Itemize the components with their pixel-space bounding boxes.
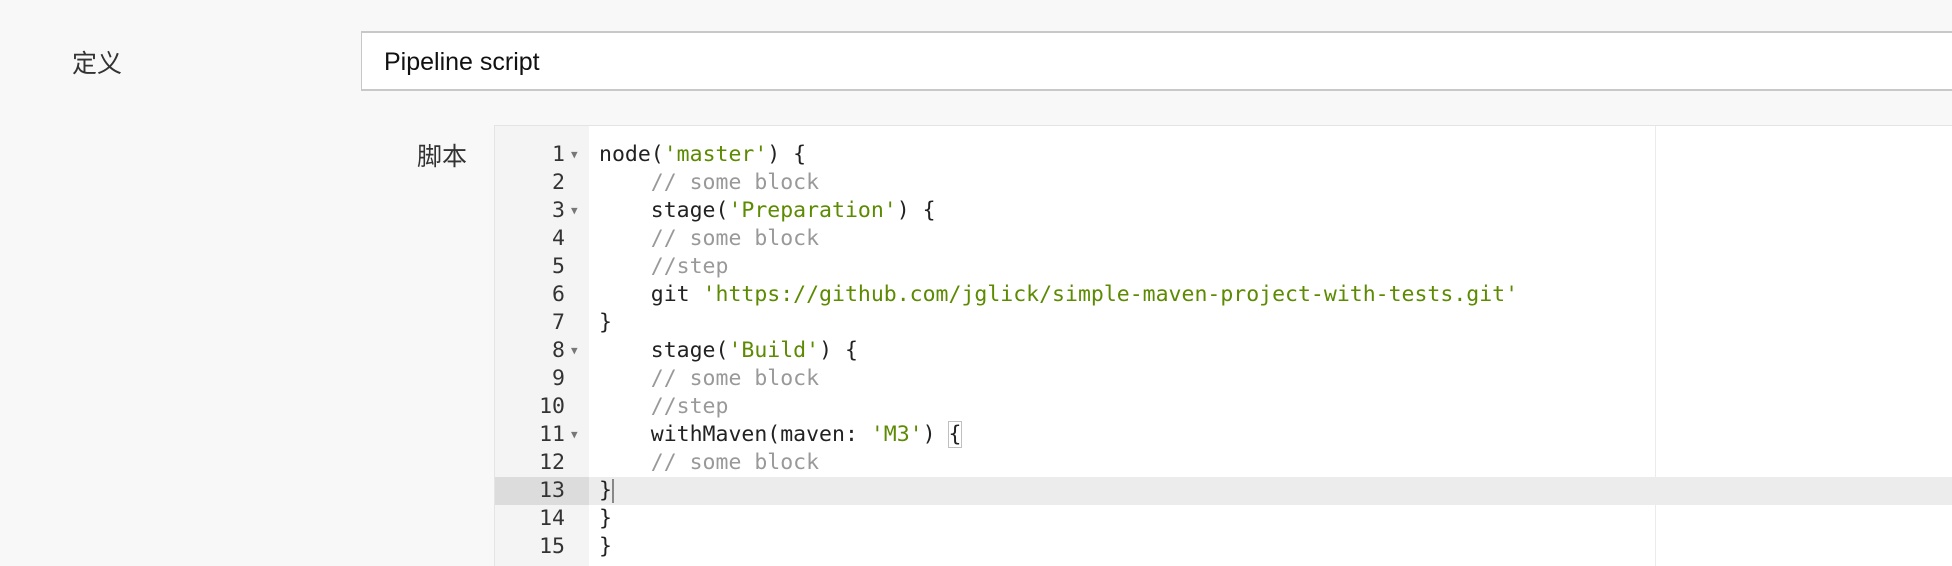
fold-arrow-icon[interactable]: ▼ [571,337,578,365]
code-text: //step [599,393,729,421]
line-number: 5 [552,254,565,279]
code-token-plain: stage( [599,198,729,223]
definition-select[interactable]: Pipeline script [361,31,1952,91]
fold-arrow-icon[interactable]: ▼ [571,141,578,169]
line-number: 12 [539,450,565,475]
line-number: 7 [552,310,565,335]
code-text: } [599,533,612,561]
code-token-plain: node( [599,142,664,167]
code-token-string: 'Build' [728,338,820,363]
code-token-bracket: { [947,421,963,448]
code-line[interactable]: 6 git 'https://github.com/jglick/simple-… [495,281,1952,309]
code-token-comment: // some block [650,450,820,475]
code-text: // some block [599,225,819,253]
code-line[interactable]: 2 // some block [495,169,1952,197]
code-token-comment: // some block [650,366,820,391]
code-line[interactable]: 1 ▼ node('master') { [495,141,1952,169]
code-line[interactable]: 12 // some block [495,449,1952,477]
code-token-comment: // some block [650,226,820,251]
code-text: // some block [599,365,819,393]
code-line[interactable]: 4 // some block [495,225,1952,253]
line-number: 15 [539,534,565,559]
line-number: 6 [552,282,565,307]
fold-arrow-icon[interactable]: ▼ [571,197,578,225]
code-lines[interactable]: 1 ▼ node('master') {2 // some block 3 ▼ stag… [495,141,1952,561]
code-token-comment: // some block [650,170,820,195]
code-text: withMaven(maven: 'M3') { [599,421,963,449]
code-text: } [599,309,612,337]
code-text: stage('Build') { [599,337,858,365]
line-number: 13 [495,477,589,505]
code-token-plain: } [599,310,612,335]
code-line[interactable]: 8 ▼ stage('Build') { [495,337,1952,365]
code-token-plain: } [599,478,612,503]
code-token-plain: ) { [819,338,858,363]
code-token-string: 'master' [663,142,768,167]
code-line[interactable]: 10 //step [495,393,1952,421]
line-number: 4 [552,226,565,251]
code-token-plain: withMaven(maven: [599,422,871,447]
code-line[interactable]: 9 // some block [495,365,1952,393]
code-line[interactable]: 7} [495,309,1952,337]
code-token-string: 'M3' [870,422,923,447]
code-text: stage('Preparation') { [599,197,936,225]
code-token-comment: //step [650,394,729,419]
code-line[interactable]: 13} [495,477,1952,505]
code-line[interactable]: 5 //step [495,253,1952,281]
line-number: 14 [539,506,565,531]
code-text: } [599,477,614,505]
code-text: } [599,505,612,533]
line-number: 2 [552,170,565,195]
code-text: //step [599,253,729,281]
code-token-string: 'Preparation' [728,198,897,223]
code-token-plain: } [599,534,612,559]
fold-arrow-icon[interactable]: ▼ [571,421,578,449]
script-editor[interactable]: 1 ▼ node('master') {2 // some block 3 ▼ stag… [494,125,1952,566]
code-token-comment: //step [650,254,729,279]
code-text: git 'https://github.com/jglick/simple-ma… [599,281,1518,309]
code-line[interactable]: 15} [495,533,1952,561]
definition-selected-value: Pipeline script [384,48,540,76]
code-token-plain: ) { [896,198,936,223]
code-text: // some block [599,169,819,197]
script-label: 脚本 [417,143,468,171]
code-token-plain: } [599,506,612,531]
text-cursor [611,479,614,503]
code-line[interactable]: 11 ▼ withMaven(maven: 'M3') { [495,421,1952,449]
code-text: node('master') { [599,141,806,169]
code-token-plain: ) { [767,142,807,167]
code-token-plain: git [599,282,703,307]
code-token-string: 'https://github.com/jglick/simple-maven-… [702,282,1519,307]
code-token-plain: stage( [599,338,729,363]
code-line[interactable]: 3 ▼ stage('Preparation') { [495,197,1952,225]
line-number: 10 [539,394,565,419]
code-text: // some block [599,449,819,477]
line-number: 9 [552,366,565,391]
code-line[interactable]: 14} [495,505,1952,533]
definition-label: 定义 [72,50,123,78]
code-token-plain: ) [922,422,949,447]
